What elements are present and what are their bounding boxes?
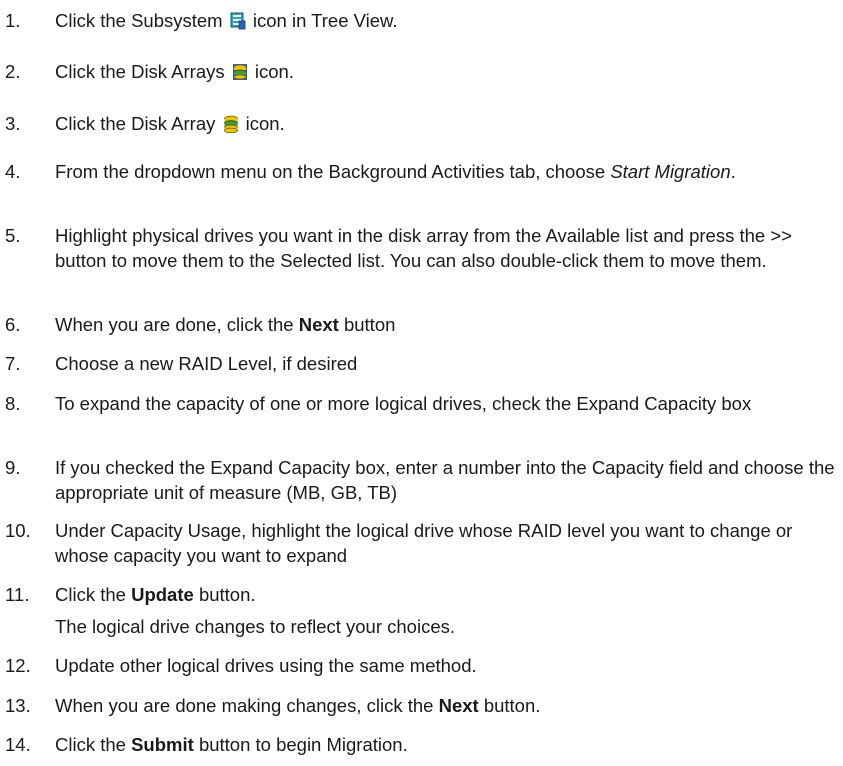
step-text: Under Capacity Usage, highlight the logi… [55,520,793,566]
step-text: Click the Disk Array icon. [55,111,835,136]
step-text: When you are done, click the Next button [55,312,835,337]
next-button-label: Next [438,695,479,716]
step-text: Click the Disk Arrays icon. [55,59,835,84]
step-text: Update other logical drives using the sa… [55,655,477,676]
step-text: When you are done making changes, click … [55,693,835,718]
step-text: To expand the capacity of one or more lo… [55,393,752,414]
update-button-label: Update [131,584,194,605]
step-text: Choose a new RAID Level, if desired [55,353,358,374]
step-text-before: Click the Subsystem [55,10,223,31]
step-number: 7. [5,353,21,374]
next-button-label: Next [298,314,339,335]
step-number: 10. [5,520,31,541]
disk-array-icon [223,115,239,133]
step-number: 9. [5,457,21,478]
submit-button-label: Submit [131,734,194,755]
step-number: 1. [5,10,21,31]
disk-arrays-icon [232,63,248,81]
step-text-after: button. [483,695,541,716]
step-text-before: Click the Disk Array [55,113,216,134]
step-text: Click the Subsystem icon in Tree View. [55,8,835,33]
step-number: 5. [5,225,21,246]
step-text-after: button to begin Migration. [198,734,408,755]
step-text-before: Click the [55,734,126,755]
step-number: 14. [5,734,31,755]
step-number: 4. [5,161,21,182]
step-text: From the dropdown menu on the Background… [55,159,835,184]
step-text-after: . [730,161,736,182]
step-number: 2. [5,61,21,82]
document-page: 1. Click the Subsystem icon in Tree View… [0,0,843,766]
start-migration-option: Start Migration [610,161,731,182]
step-text: Click the Update button. [55,582,835,607]
step-text-after: button. [198,584,256,605]
step-note: The logical drive changes to reflect you… [55,616,456,637]
step-text-after: icon in Tree View. [252,10,398,31]
step-text-before: Click the [55,584,126,605]
step-text-after: icon. [245,113,285,134]
step-number: 3. [5,113,21,134]
step-text: Click the Submit button to begin Migrati… [55,732,835,757]
step-text-after: button [343,314,396,335]
step-number: 6. [5,314,21,335]
step-number: 8. [5,393,21,414]
step-text-before: From the dropdown menu on the Background… [55,161,606,182]
step-text: If you checked the Expand Capacity box, … [55,457,835,503]
step-number: 12. [5,655,31,676]
step-number: 11. [5,584,30,605]
step-text-before: When you are done, click the [55,314,294,335]
step-text-before: When you are done making changes, click … [55,695,434,716]
step-text: Highlight physical drives you want in th… [55,225,792,271]
step-text-before: Click the Disk Arrays [55,61,225,82]
step-text-after: icon. [254,61,294,82]
step-number: 13. [5,695,31,716]
subsystem-icon [230,12,246,30]
